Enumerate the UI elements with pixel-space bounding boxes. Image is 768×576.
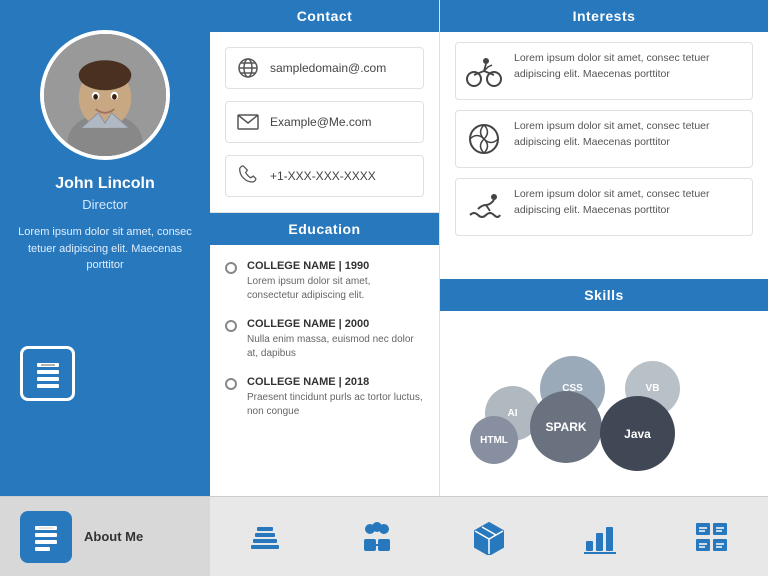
edu-item-3: COLLEGE NAME | 2018 Praesent tincidunt p…	[225, 376, 424, 419]
about-me-icon-nav[interactable]	[20, 511, 72, 563]
contact-section-header: Contact	[210, 0, 439, 32]
skills-section-header: Skills	[440, 279, 768, 311]
interest-text-3: Lorem ipsum dolor sit amet, consec tetue…	[514, 187, 744, 219]
edu-desc-2: Nulla enim massa, euismod nec dolor at, …	[247, 333, 424, 361]
contact-website-value: sampledomain@.com	[270, 61, 386, 75]
main-container: John Lincoln Director Lorem ipsum dolor …	[0, 0, 768, 576]
interest-item-3: Lorem ipsum dolor sit amet, consec tetue…	[455, 178, 753, 236]
basketball-icon	[464, 119, 504, 159]
interest-text-1: Lorem ipsum dolor sit amet, consec tetue…	[514, 51, 744, 83]
nav-item-box[interactable]	[471, 519, 507, 555]
cycling-icon	[464, 51, 504, 91]
education-section: COLLEGE NAME | 1990 Lorem ipsum dolor si…	[210, 245, 439, 496]
interests-section: Lorem ipsum dolor sit amet, consec tetue…	[440, 32, 768, 279]
about-me-icon-box[interactable]	[20, 346, 75, 401]
left-panel: John Lincoln Director Lorem ipsum dolor …	[0, 0, 210, 496]
skills-section: AICSSVBHTMLSPARKJava	[440, 311, 768, 496]
person-bio: Lorem ipsum dolor sit amet, consec tetue…	[15, 224, 195, 274]
edu-item-1: COLLEGE NAME | 1990 Lorem ipsum dolor si…	[225, 260, 424, 303]
edu-dot-2	[225, 320, 237, 332]
contact-phone-value: +1-XXX-XXX-XXXX	[270, 169, 376, 183]
edu-title-3: COLLEGE NAME | 2018	[247, 376, 424, 388]
contact-item-email: Example@Me.com	[225, 101, 424, 143]
edu-desc-1: Lorem ipsum dolor sit amet, consectetur …	[247, 275, 424, 303]
contact-item-phone: +1-XXX-XXX-XXXX	[225, 155, 424, 197]
edu-desc-3: Praesent tincidunt purls ac tortor luctu…	[247, 391, 424, 419]
interest-item-2: Lorem ipsum dolor sit amet, consec tetue…	[455, 110, 753, 168]
about-me-label: About Me	[84, 529, 143, 544]
avatar	[40, 30, 170, 160]
globe-icon	[234, 54, 262, 82]
nav-item-dashboard[interactable]	[693, 519, 731, 555]
contact-email-value: Example@Me.com	[270, 115, 372, 129]
person-title: Director	[82, 197, 128, 212]
nav-item-team[interactable]	[358, 519, 396, 555]
skills-chart: AICSSVBHTMLSPARKJava	[455, 331, 753, 481]
about-me-bottom: About Me	[0, 496, 210, 576]
interests-section-header: Interests	[440, 0, 768, 32]
edu-dot-3	[225, 378, 237, 390]
nav-item-books[interactable]	[247, 519, 283, 555]
contact-item-website: sampledomain@.com	[225, 47, 424, 89]
phone-icon	[234, 162, 262, 190]
edu-dot-1	[225, 262, 237, 274]
interest-item-1: Lorem ipsum dolor sit amet, consec tetue…	[455, 42, 753, 100]
nav-item-chart[interactable]	[582, 519, 618, 555]
skill-bubble-java: Java	[600, 396, 675, 471]
swimming-icon	[464, 187, 504, 227]
skill-bubble-html: HTML	[470, 416, 518, 464]
person-name: John Lincoln	[55, 175, 155, 193]
edu-title-2: COLLEGE NAME | 2000	[247, 318, 424, 330]
email-icon	[234, 108, 262, 136]
right-panel: Interests Lor	[440, 0, 768, 496]
skill-bubble-spark: SPARK	[530, 391, 602, 463]
education-section-header: Education	[210, 213, 439, 245]
contact-section: sampledomain@.com Example@Me.com	[210, 32, 439, 213]
interest-text-2: Lorem ipsum dolor sit amet, consec tetue…	[514, 119, 744, 151]
edu-item-2: COLLEGE NAME | 2000 Nulla enim massa, eu…	[225, 318, 424, 361]
bottom-nav-container: About Me	[0, 496, 768, 576]
about-me-icon-container	[20, 346, 75, 401]
middle-panel: Contact sampledomain@.com	[210, 0, 440, 496]
content-area: John Lincoln Director Lorem ipsum dolor …	[0, 0, 768, 496]
edu-title-1: COLLEGE NAME | 1990	[247, 260, 424, 272]
bottom-nav	[210, 496, 768, 576]
